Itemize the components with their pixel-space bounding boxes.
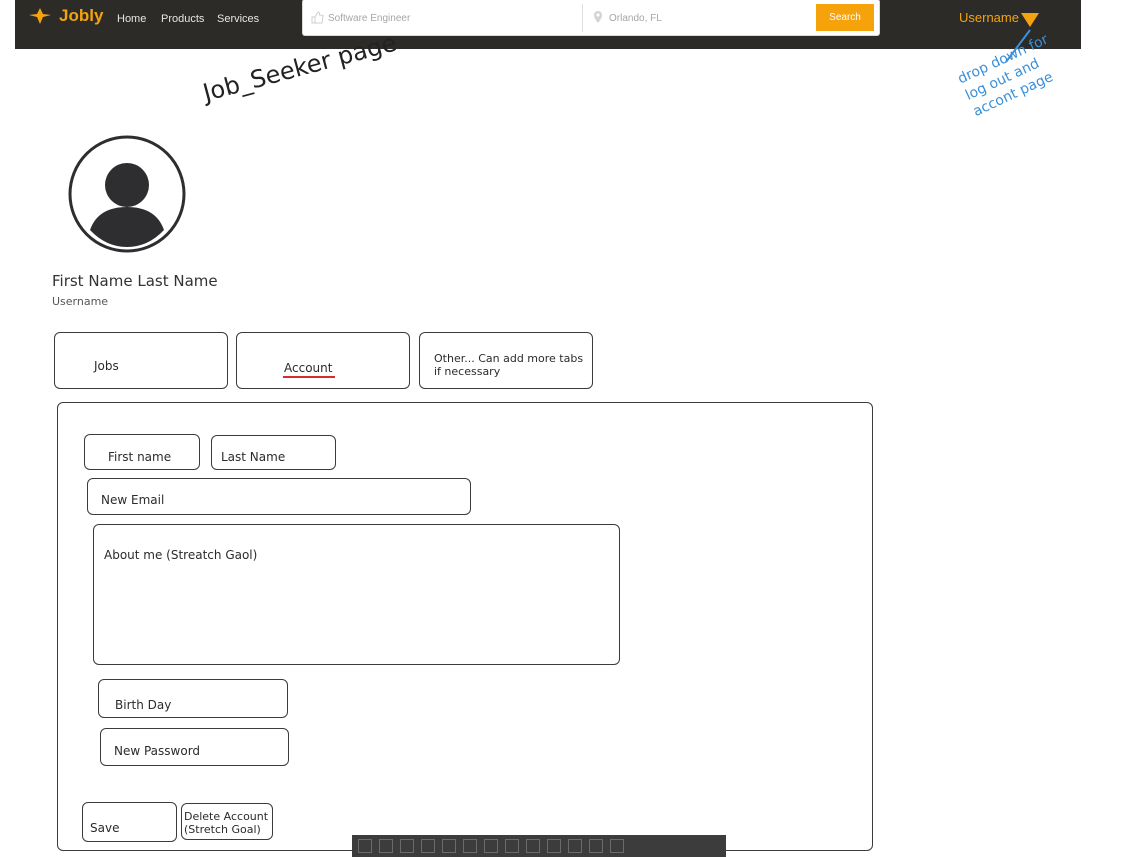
birth-day-placeholder: Birth Day	[115, 698, 172, 712]
active-tab-underline	[283, 376, 335, 378]
new-password-placeholder: New Password	[114, 744, 201, 758]
top-navbar: Jobly Home Products Services Software En…	[15, 0, 1081, 49]
user-menu-label[interactable]: Username	[959, 10, 1019, 25]
anchor-icon[interactable]	[547, 839, 561, 853]
save-button-label: Save	[90, 821, 120, 835]
tab-account[interactable]: Account	[236, 332, 410, 389]
gradient-icon[interactable]	[400, 839, 414, 853]
nav-link-services[interactable]: Services	[217, 13, 259, 25]
tab-account-label: Account	[284, 361, 333, 375]
transform-icon[interactable]	[421, 839, 435, 853]
burst-icon[interactable]	[463, 839, 477, 853]
profile-full-name: First Name Last Name	[52, 272, 218, 290]
delete-account-label-line2: (Stretch Goal)	[184, 823, 261, 836]
fill-icon[interactable]	[568, 839, 582, 853]
thumb-icon	[311, 11, 324, 24]
tab-other-label-line1: Other... Can add more tabs	[434, 352, 584, 365]
select-icon[interactable]	[442, 839, 456, 853]
about-me-placeholder: About me (Streatch Gaol)	[104, 548, 258, 562]
last-name-placeholder: Last Name	[221, 450, 286, 464]
copy-icon[interactable]	[526, 839, 540, 853]
layer-icon[interactable]	[484, 839, 498, 853]
save-button[interactable]: Save	[82, 802, 177, 842]
logo-icon	[29, 8, 51, 24]
settings-icon[interactable]	[610, 839, 624, 853]
marquee-icon[interactable]	[379, 839, 393, 853]
birth-day-field[interactable]: Birth Day	[98, 679, 288, 718]
new-email-field[interactable]: New Email	[87, 478, 471, 515]
crop-icon[interactable]	[358, 839, 372, 853]
new-email-placeholder: New Email	[101, 493, 165, 507]
noise-icon[interactable]	[589, 839, 603, 853]
avatar-icon	[68, 135, 186, 253]
nav-link-home[interactable]: Home	[117, 13, 146, 25]
brand-logo[interactable]: Jobly	[29, 6, 103, 26]
location-pin-icon	[594, 11, 602, 23]
profile-username: Username	[52, 295, 109, 308]
first-name-placeholder: First name	[108, 450, 172, 464]
delete-account-label-line1: Delete Account	[184, 810, 269, 823]
location-input[interactable]: Orlando, FL	[609, 13, 662, 24]
tab-other[interactable]: Other... Can add more tabs if necessary	[419, 332, 593, 389]
delete-account-button[interactable]: Delete Account (Stretch Goal)	[181, 803, 273, 840]
editor-toolbar	[352, 835, 726, 857]
nav-link-products[interactable]: Products	[161, 13, 204, 25]
cut-icon[interactable]	[505, 839, 519, 853]
caret-down-icon[interactable]	[1021, 12, 1039, 28]
tab-jobs-label: Jobs	[94, 359, 119, 373]
search-divider	[582, 4, 583, 32]
brand-name: Jobly	[59, 6, 104, 25]
tab-jobs[interactable]: Jobs	[54, 332, 228, 389]
search-button[interactable]: Search	[816, 4, 874, 31]
first-name-field[interactable]: First name	[84, 434, 200, 470]
keyword-input[interactable]: Software Engineer	[328, 13, 410, 24]
last-name-field[interactable]: Last Name	[211, 435, 336, 470]
tab-other-label-line2: if necessary	[434, 365, 501, 378]
new-password-field[interactable]: New Password	[100, 728, 289, 766]
about-me-textarea[interactable]: About me (Streatch Gaol)	[93, 524, 620, 665]
